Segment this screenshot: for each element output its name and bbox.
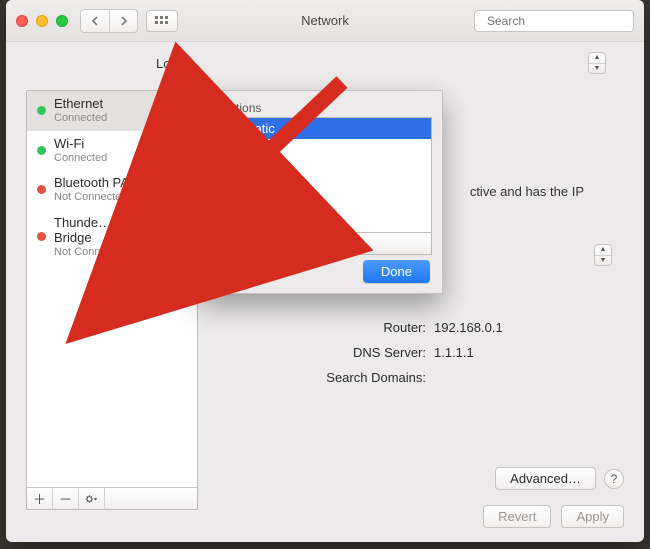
service-wifi[interactable]: Wi-Fi Connected <box>27 131 197 171</box>
row-router: Router: 192.168.0.1 <box>316 320 503 335</box>
gear-icon <box>85 493 98 505</box>
label: Search Domains: <box>316 370 426 385</box>
service-status: Not Connected <box>54 191 153 204</box>
location-label: Lo <box>156 56 170 71</box>
status-dot-icon <box>37 185 46 194</box>
location-item[interactable]: Automatic <box>209 118 431 139</box>
zoom-icon[interactable] <box>56 15 68 27</box>
service-status: Connected <box>54 112 153 125</box>
detail-rows: Router: 192.168.0.1 DNS Server: 1.1.1.1 … <box>316 320 503 395</box>
search-input[interactable] <box>485 13 644 29</box>
location-gear-button[interactable] <box>261 233 287 254</box>
service-gear-button[interactable] <box>79 488 105 509</box>
service-name: Thunde…lt Bridge <box>54 216 153 246</box>
advanced-row: Advanced… ? <box>495 467 624 490</box>
close-icon[interactable] <box>16 15 28 27</box>
service-name: Ethernet <box>54 97 153 112</box>
service-toolbar: ＋ － <box>27 487 197 509</box>
config-stepper[interactable]: ▲ ▼ <box>594 244 612 266</box>
window-controls <box>16 15 68 27</box>
status-dot-icon <box>37 146 46 155</box>
forward-button[interactable] <box>109 10 137 32</box>
show-all-button[interactable] <box>146 10 178 32</box>
apply-button[interactable]: Apply <box>561 505 624 528</box>
footer-buttons: Revert Apply <box>483 505 624 528</box>
help-button[interactable]: ? <box>604 469 624 489</box>
add-location-button[interactable]: ＋ <box>209 233 235 254</box>
content: Lo ▲ ▼ Ethernet Connected Wi-Fi <box>6 42 644 542</box>
value: 192.168.0.1 <box>434 320 503 335</box>
status-text-fragment: ctive and has the IP <box>470 184 584 199</box>
remove-location-button[interactable]: － <box>235 233 261 254</box>
chevron-up-icon: ▲ <box>595 245 611 255</box>
location-stepper[interactable]: ▲ ▼ <box>588 52 606 74</box>
gear-icon <box>267 238 280 250</box>
nav-segmented <box>80 9 138 33</box>
back-button[interactable] <box>81 10 109 32</box>
locations-toolbar: ＋ － <box>208 233 432 255</box>
thunderbolt-icon <box>161 227 189 247</box>
locations-label: Locations <box>210 101 261 115</box>
locations-list[interactable]: Automatic <box>208 117 432 233</box>
done-button[interactable]: Done <box>363 260 430 283</box>
row-search-domains: Search Domains: <box>316 370 503 385</box>
service-bluetooth-pan[interactable]: Bluetooth PAN Not Connected <box>27 170 197 210</box>
label: Router: <box>316 320 426 335</box>
locations-sheet: Locations Automatic ＋ － Done <box>197 90 443 294</box>
chevron-down-icon: ▼ <box>595 255 611 266</box>
row-dns: DNS Server: 1.1.1.1 <box>316 345 503 360</box>
service-name: Wi-Fi <box>54 137 153 152</box>
chevron-up-icon: ▲ <box>589 53 605 63</box>
bluetooth-icon <box>161 180 189 200</box>
service-ethernet[interactable]: Ethernet Connected <box>27 91 197 131</box>
label: DNS Server: <box>316 345 426 360</box>
titlebar: Network <box>6 0 644 42</box>
service-status: Not Connected <box>54 246 153 259</box>
service-list: Ethernet Connected Wi-Fi Connected <box>26 90 198 510</box>
value: 1.1.1.1 <box>434 345 474 360</box>
ethernet-icon <box>161 101 189 121</box>
service-thunderbolt-bridge[interactable]: Thunde…lt Bridge Not Connected <box>27 210 197 265</box>
preferences-window: Network Lo ▲ ▼ Ethernet Connected <box>6 0 644 542</box>
status-dot-icon <box>37 232 46 241</box>
advanced-button[interactable]: Advanced… <box>495 467 596 490</box>
chevron-down-icon: ▼ <box>589 63 605 74</box>
status-dot-icon <box>37 106 46 115</box>
search-field[interactable] <box>474 10 634 32</box>
add-service-button[interactable]: ＋ <box>27 488 53 509</box>
remove-service-button[interactable]: － <box>53 488 79 509</box>
service-status: Connected <box>54 152 153 165</box>
revert-button[interactable]: Revert <box>483 505 551 528</box>
wifi-icon <box>161 140 189 160</box>
service-name: Bluetooth PAN <box>54 176 153 191</box>
minimize-icon[interactable] <box>36 15 48 27</box>
